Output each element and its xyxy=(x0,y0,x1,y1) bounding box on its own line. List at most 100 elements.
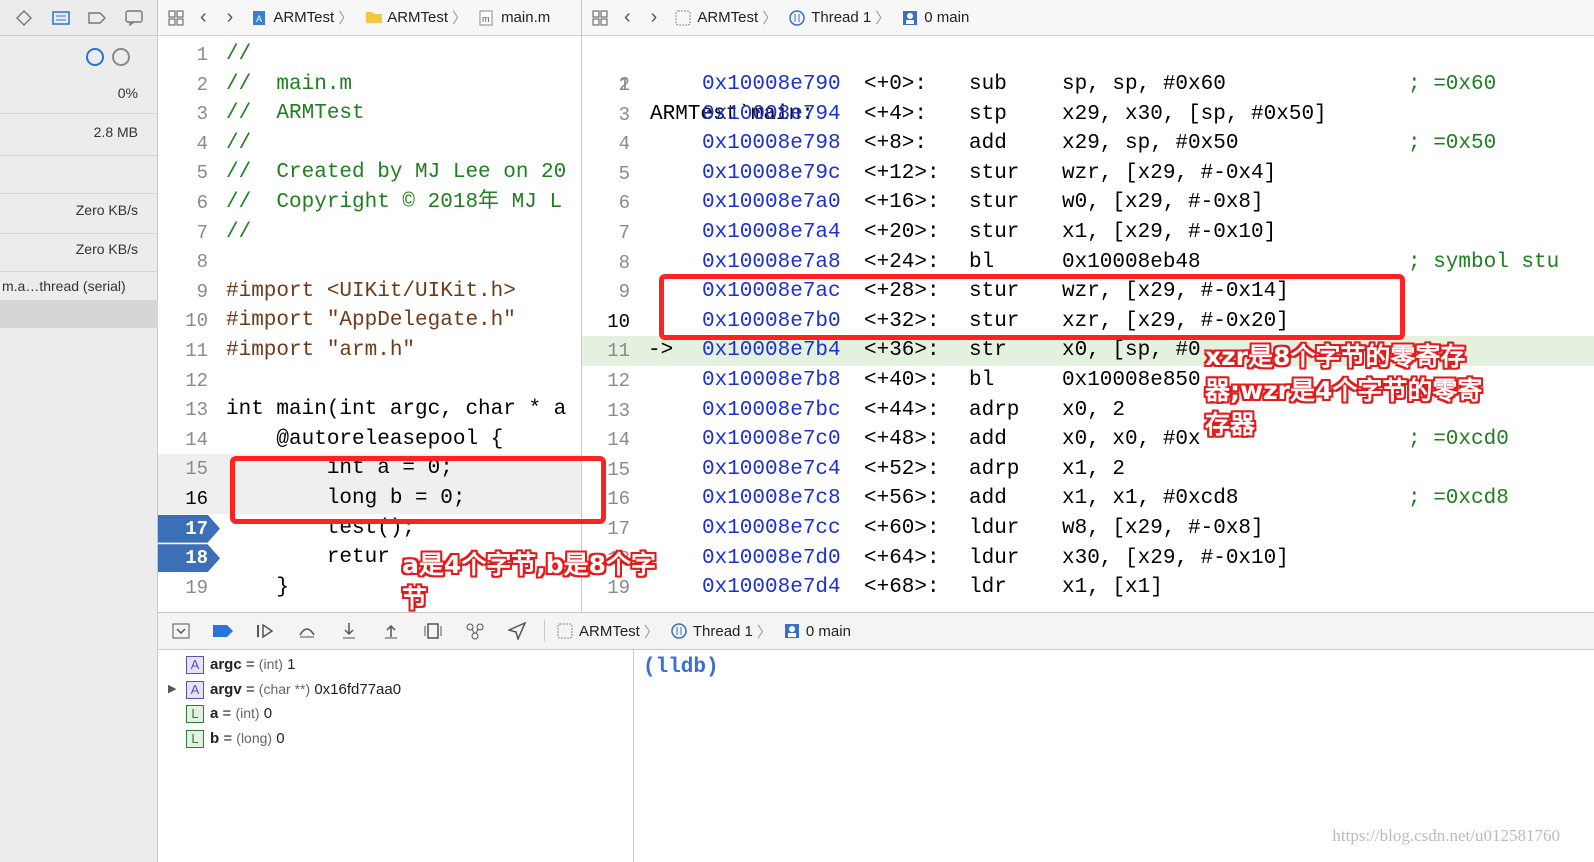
thread-row[interactable]: m.a…thread (serial) xyxy=(0,274,158,300)
debugbar-process[interactable]: ARMTest xyxy=(579,623,640,640)
asm-offset: <+16>: xyxy=(864,191,940,215)
forward-arrow-icon[interactable]: › xyxy=(227,6,234,29)
asm-line[interactable]: 4 0x10008e798 <+8>: add x29, sp, #0x50 ; =0x5… xyxy=(582,129,1594,159)
asm-mnemonic: add xyxy=(969,487,1007,511)
forward-arrow-icon[interactable]: › xyxy=(651,6,658,29)
asm-line[interactable]: 18 0x10008e7d0 <+64>: ldur x30, [x29, #-0x10… xyxy=(582,544,1594,574)
disk-row[interactable]: Zero KB/s xyxy=(0,196,158,234)
asm-address: 0x10008e7d0 xyxy=(702,546,841,570)
code-line[interactable]: 6 // Copyright © 2018年 MJ L xyxy=(158,188,581,218)
energy-row[interactable] xyxy=(0,160,158,194)
jumpbar-file[interactable]: main.m xyxy=(501,9,550,26)
issue-icon[interactable] xyxy=(14,9,34,26)
code-line[interactable]: 11 #import "arm.h" xyxy=(158,336,581,366)
asm-line[interactable]: 15 0x10008e7c4 <+52>: adrp x1, 2 xyxy=(582,455,1594,485)
asm-mnemonic: adrp xyxy=(969,398,1020,422)
asm-address: 0x10008e7cc xyxy=(702,517,841,540)
selected-frame-row[interactable] xyxy=(0,300,158,328)
code-text: #import <UIKit/UIKit.h> xyxy=(226,279,516,303)
thread-label: m.a…thread (serial) xyxy=(2,278,126,294)
breakpoints-toggle-icon[interactable] xyxy=(210,620,236,642)
asm-operands: x29, x30, [sp, #0x50] xyxy=(1062,102,1327,126)
asm-operands: x1, 2 xyxy=(1062,457,1126,481)
asm-comment: ; =0x60 xyxy=(1408,73,1497,96)
line-number: 14 xyxy=(185,428,208,451)
step-out-icon[interactable] xyxy=(378,620,404,642)
cpu-gauge-icon[interactable] xyxy=(86,48,104,66)
step-into-icon[interactable] xyxy=(336,620,362,642)
code-text: // ARMTest xyxy=(226,102,365,126)
code-line[interactable]: 14 @autoreleasepool { xyxy=(158,425,581,455)
annotation-note-ab: a是4个字节,b是8个字节 xyxy=(402,550,657,613)
asm-jumpbar-thread[interactable]: Thread 1 xyxy=(811,9,871,26)
disclosure-triangle-icon[interactable]: ▶ xyxy=(168,677,176,701)
code-line[interactable]: 13 int main(int argc, char * a xyxy=(158,395,581,425)
asm-line[interactable]: 19 0x10008e7d4 <+68>: ldr x1, [x1] xyxy=(582,573,1594,603)
code-line[interactable]: 2 // main.m xyxy=(158,70,581,100)
related-items-icon[interactable] xyxy=(168,10,184,26)
code-text: // xyxy=(226,131,252,155)
variable-row[interactable]: Aargc = (int) 1 xyxy=(186,652,295,676)
asm-line[interactable]: 2 0x10008e790 <+0>: sub sp, sp, #0x60 ; =0x60 xyxy=(582,70,1594,100)
variable-row[interactable]: La = (int) 0 xyxy=(186,701,272,725)
debugbar-frame[interactable]: 0 main xyxy=(806,623,851,640)
asm-line[interactable]: 5 0x10008e79c <+12>: stur wzr, [x29, #-0x4] xyxy=(582,159,1594,189)
asm-line[interactable]: 6 0x10008e7a0 <+16>: stur w0, [x29, #-0x8] xyxy=(582,188,1594,218)
code-line[interactable]: 8 xyxy=(158,247,581,277)
asm-address: 0x10008e7c4 xyxy=(702,457,841,481)
jumpbar-project[interactable]: ARMTest xyxy=(273,9,334,26)
asm-jumpbar-frame[interactable]: 0 main xyxy=(924,9,969,26)
debug-navigator-icon[interactable] xyxy=(51,10,71,26)
annotation-note-zr: xzr是8个字节的零寄存器;wzr是4个字节的零寄存器 xyxy=(1205,342,1483,439)
asm-mnemonic: sub xyxy=(969,73,1007,96)
line-number: 18 xyxy=(185,547,208,570)
view-hierarchy-icon[interactable] xyxy=(420,620,446,642)
memory-row[interactable]: 2.8 MB xyxy=(0,118,158,156)
code-line[interactable]: 12 xyxy=(158,366,581,396)
asm-operands: x29, sp, #0x50 xyxy=(1062,132,1239,156)
asm-offset: <+48>: xyxy=(864,428,940,452)
jumpbar-group[interactable]: ARMTest xyxy=(387,9,448,26)
code-text: #import "AppDelegate.h" xyxy=(226,309,516,333)
variable-row[interactable]: Lb = (long) 0 xyxy=(186,726,285,750)
memory-graph-icon[interactable] xyxy=(462,620,488,642)
code-line[interactable]: 4 // xyxy=(158,129,581,159)
code-line[interactable]: 3 // ARMTest xyxy=(158,99,581,129)
debugbar-thread[interactable]: Thread 1 xyxy=(693,623,753,640)
asm-line[interactable]: 3 0x10008e794 <+4>: stp x29, x30, [sp, #0x50… xyxy=(582,100,1594,130)
asm-offset: <+8>: xyxy=(864,132,928,156)
cpu-row[interactable]: 0% xyxy=(0,80,158,114)
variable-row[interactable]: ▶ Aargv = (char **) 0x16fd77aa0 xyxy=(168,677,401,701)
asm-line[interactable]: 17 0x10008e7cc <+60>: ldur w8, [x29, #-0x8] xyxy=(582,514,1594,544)
breakpoint-navigator-icon[interactable] xyxy=(87,10,107,26)
hide-debug-area-icon[interactable] xyxy=(168,620,194,642)
thread-gauge-icon[interactable] xyxy=(112,48,130,66)
back-arrow-icon[interactable]: ‹ xyxy=(200,6,207,29)
report-navigator-icon[interactable] xyxy=(124,9,144,26)
equals-sign: = xyxy=(218,705,236,722)
continue-icon[interactable] xyxy=(252,620,278,642)
cpu-value: 0% xyxy=(117,85,138,101)
network-row[interactable]: Zero KB/s xyxy=(0,236,158,272)
process-icon xyxy=(675,10,691,26)
step-over-icon[interactable] xyxy=(294,620,320,642)
related-items-icon[interactable] xyxy=(592,10,608,26)
asm-line[interactable]: 7 0x10008e7a4 <+20>: stur x1, [x29, #-0x10] xyxy=(582,218,1594,248)
asm-line[interactable]: 16 0x10008e7c8 <+56>: add x1, x1, #0xcd8; =0… xyxy=(582,484,1594,514)
code-line[interactable]: 9 #import <UIKit/UIKit.h> xyxy=(158,277,581,307)
back-arrow-icon[interactable]: ‹ xyxy=(624,6,631,29)
variables-view[interactable]: Aargc = (int) 1 ▶ Aargv = (char **) 0x16fd… xyxy=(158,650,634,862)
simulate-location-icon[interactable] xyxy=(504,620,530,642)
line-number: 15 xyxy=(185,458,208,481)
code-line[interactable]: 7 // xyxy=(158,218,581,248)
code-line[interactable]: 1 // xyxy=(158,40,581,70)
jumpbar-separator: 〉 xyxy=(875,10,891,27)
line-number: 2 xyxy=(196,73,208,96)
code-text: int main(int argc, char * a xyxy=(226,398,567,422)
asm-jumpbar-process[interactable]: ARMTest xyxy=(697,9,758,26)
code-line[interactable]: 5 // Created by MJ Lee on 20 xyxy=(158,158,581,188)
code-line[interactable]: 10 #import "AppDelegate.h" xyxy=(158,306,581,336)
variable-type: (char **) xyxy=(258,680,311,697)
variable-name: argv xyxy=(210,680,242,698)
line-number: 7 xyxy=(196,221,208,244)
